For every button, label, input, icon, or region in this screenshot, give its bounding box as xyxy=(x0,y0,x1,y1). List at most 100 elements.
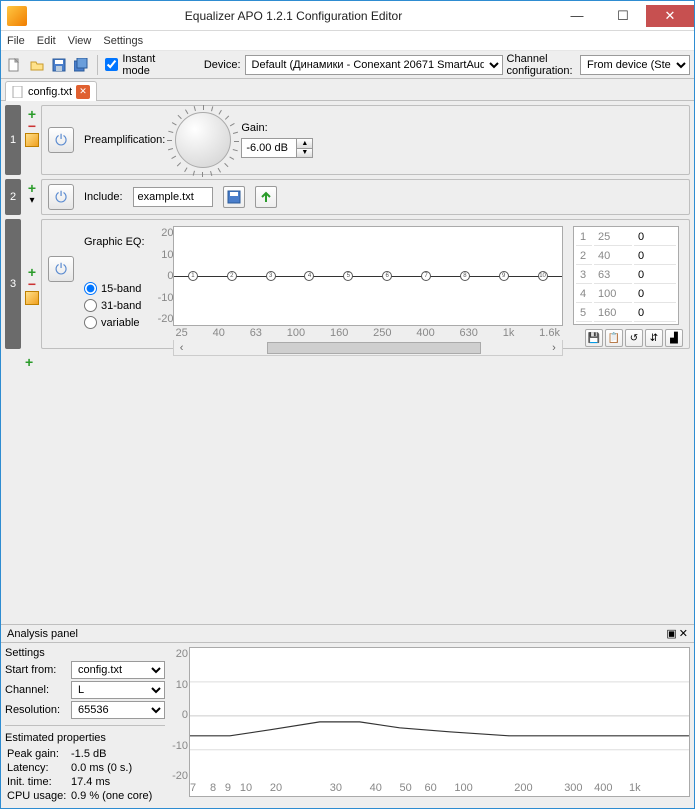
include-label: Include: xyxy=(84,191,123,203)
window-title: Equalizer APO 1.2.1 Configuration Editor xyxy=(33,9,554,23)
open-file-button[interactable] xyxy=(27,54,45,76)
gain-knob[interactable] xyxy=(175,112,231,168)
gain-spinner[interactable]: ▲▼ xyxy=(241,138,313,158)
scroll-right-icon[interactable]: › xyxy=(546,342,562,354)
undock-icon[interactable]: ▣ xyxy=(666,627,676,640)
menu-edit[interactable]: Edit xyxy=(37,35,56,47)
row-graphic-eq: 3 + − ⏻ Graphic EQ: 15-band 31-band vari… xyxy=(5,219,690,349)
row-number: 3 xyxy=(5,219,21,349)
table-row: 1250 xyxy=(576,229,676,246)
tabstrip: config.txt ✕ xyxy=(1,79,694,101)
estimated-heading: Estimated properties xyxy=(5,732,165,744)
normalize-icon[interactable]: ▟ xyxy=(665,329,683,347)
power-toggle[interactable]: ⏻ xyxy=(48,127,74,153)
eq-horizontal-scrollbar[interactable]: ‹ › xyxy=(173,340,563,356)
analysis-title: Analysis panel xyxy=(7,628,78,640)
open-include-button[interactable] xyxy=(255,186,277,208)
band-variable-radio[interactable]: variable xyxy=(84,316,140,329)
add-above-icon[interactable]: + xyxy=(28,183,36,193)
toolbar-separator xyxy=(97,55,98,75)
band-31-radio[interactable]: 31-band xyxy=(84,299,141,312)
table-row: 41000 xyxy=(576,286,676,303)
eq-values-table[interactable]: 1250 2400 3630 41000 51600 xyxy=(573,226,679,325)
analysis-panel: Analysis panel ▣ ✕ Settings Start from: c… xyxy=(1,624,694,808)
tab-close-icon[interactable]: ✕ xyxy=(76,85,90,99)
eq-point[interactable]: 3 xyxy=(266,271,276,281)
spin-down-icon[interactable]: ▼ xyxy=(297,149,312,158)
analysis-curve xyxy=(190,648,689,784)
tab-label: config.txt xyxy=(28,86,72,98)
eq-point[interactable]: 10 xyxy=(538,271,548,281)
device-select[interactable]: Default (Динамики - Conexant 20671 Smart… xyxy=(245,55,503,75)
eq-label: Graphic EQ: xyxy=(84,236,145,248)
save-all-button[interactable] xyxy=(72,54,90,76)
instant-mode-checkbox[interactable] xyxy=(105,58,118,71)
add-row-button[interactable]: + xyxy=(5,353,690,374)
scroll-thumb[interactable] xyxy=(267,342,481,354)
tab-config[interactable]: config.txt ✕ xyxy=(5,81,97,101)
analysis-y-axis: 20100-10-20 xyxy=(170,648,188,782)
start-from-select[interactable]: config.txt xyxy=(71,661,165,679)
menubar: File Edit View Settings xyxy=(1,31,694,51)
start-from-label: Start from: xyxy=(5,664,67,676)
table-row: 3630 xyxy=(576,267,676,284)
remove-row-icon[interactable]: − xyxy=(28,279,36,289)
reset-icon[interactable]: ↺ xyxy=(625,329,643,347)
eq-point[interactable]: 1 xyxy=(188,271,198,281)
titlebar: Equalizer APO 1.2.1 Configuration Editor… xyxy=(1,1,694,31)
collapse-icon[interactable]: ▾ xyxy=(29,195,34,206)
scroll-left-icon[interactable]: ‹ xyxy=(174,342,190,354)
eq-point[interactable]: 5 xyxy=(343,271,353,281)
eq-graph[interactable]: 20100-10-20 1 2 3 4 5 6 7 8 9 10 xyxy=(173,226,563,326)
invert-icon[interactable]: ⇵ xyxy=(645,329,663,347)
instant-mode-label: Instant mode xyxy=(122,53,171,77)
menu-settings[interactable]: Settings xyxy=(103,35,143,47)
eq-y-axis: 20100-10-20 xyxy=(156,227,174,325)
save-preset-icon[interactable]: 💾 xyxy=(585,329,603,347)
settings-heading: Settings xyxy=(5,647,165,659)
browse-file-button[interactable] xyxy=(223,186,245,208)
close-panel-icon[interactable]: ✕ xyxy=(679,627,688,640)
menu-file[interactable]: File xyxy=(7,35,25,47)
eq-point[interactable]: 2 xyxy=(227,271,237,281)
remove-row-icon[interactable]: − xyxy=(28,121,36,131)
row-number: 1 xyxy=(5,105,21,175)
gain-label: Gain: xyxy=(241,122,313,134)
analysis-x-axis: 7 8 9 10 20 30 40 50 60 100 200 300 400 … xyxy=(190,782,689,796)
spin-up-icon[interactable]: ▲ xyxy=(297,139,312,149)
menu-view[interactable]: View xyxy=(68,35,92,47)
gain-input[interactable] xyxy=(242,139,296,157)
new-file-button[interactable] xyxy=(5,54,23,76)
table-row: 51600 xyxy=(576,305,676,322)
chconf-label: Channel configuration: xyxy=(507,53,576,77)
edit-row-icon[interactable] xyxy=(25,133,39,147)
copy-icon[interactable]: 📋 xyxy=(605,329,623,347)
toolbar: Instant mode Device: Default (Динамики -… xyxy=(1,51,694,79)
power-toggle[interactable]: ⏻ xyxy=(48,256,74,282)
eq-point[interactable]: 9 xyxy=(499,271,509,281)
save-file-button[interactable] xyxy=(50,54,68,76)
channel-select[interactable]: L xyxy=(71,681,165,699)
eq-point[interactable]: 8 xyxy=(460,271,470,281)
row-preamp: 1 + − ⏻ Preamplification: Gain: ▲▼ xyxy=(5,105,690,175)
analysis-graph[interactable]: 20100-10-20 7 8 9 10 20 30 40 50 xyxy=(189,647,690,797)
include-file-input[interactable] xyxy=(133,187,213,207)
row-include: 2 + ▾ ⏻ Include: xyxy=(5,179,690,215)
preamp-label: Preamplification: xyxy=(84,134,165,146)
resolution-select[interactable]: 65536 xyxy=(71,701,165,719)
power-toggle[interactable]: ⏻ xyxy=(48,184,74,210)
app-icon xyxy=(7,6,27,26)
band-15-radio[interactable]: 15-band xyxy=(84,282,141,295)
instant-mode-toggle[interactable]: Instant mode xyxy=(105,53,171,77)
eq-table-tools: 💾 📋 ↺ ⇵ ▟ xyxy=(573,329,683,347)
file-icon xyxy=(12,86,24,98)
minimize-button[interactable]: — xyxy=(554,5,600,27)
close-button[interactable]: ✕ xyxy=(646,5,694,27)
eq-point[interactable]: 4 xyxy=(304,271,314,281)
maximize-button[interactable]: ☐ xyxy=(600,5,646,27)
eq-point[interactable]: 6 xyxy=(382,271,392,281)
table-row: 2400 xyxy=(576,248,676,265)
edit-row-icon[interactable] xyxy=(25,291,39,305)
eq-point[interactable]: 7 xyxy=(421,271,431,281)
chconf-select[interactable]: From device (Stereo) xyxy=(580,55,690,75)
